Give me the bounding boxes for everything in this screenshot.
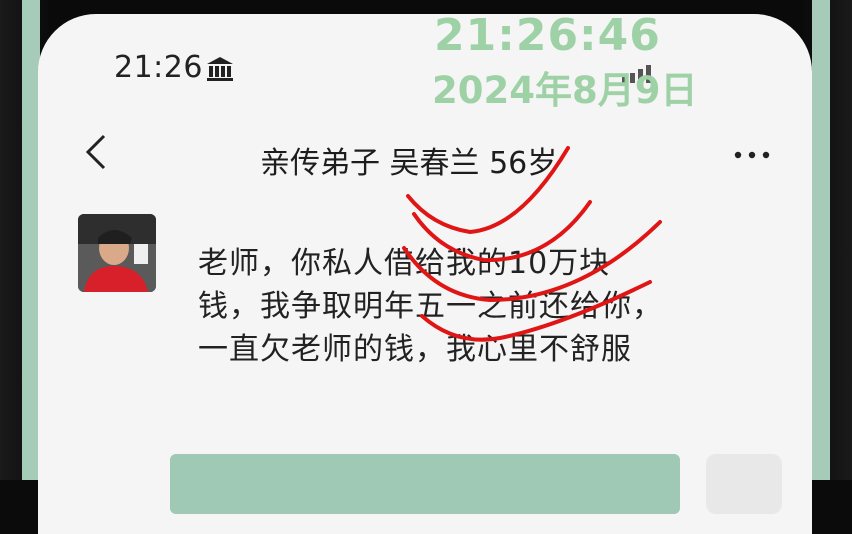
phone-case-edge-right — [812, 0, 830, 480]
bank-icon — [207, 57, 233, 81]
chevron-left-icon[interactable] — [84, 132, 108, 172]
avatar[interactable] — [78, 214, 156, 292]
timestamp-overlay-date: 2024年8月9日 — [432, 69, 698, 112]
status-bar-time: 21:26 — [114, 50, 203, 85]
more-dots-icon[interactable] — [732, 148, 772, 162]
message-input[interactable] — [170, 454, 680, 514]
timestamp-overlay-time: 21:26:46 — [434, 10, 661, 61]
voice-button[interactable] — [706, 454, 782, 514]
chat-message: 老师，你私人借给我的10万块钱，我争取明年五一之前还给你，一直欠老师的钱，我心里… — [198, 246, 663, 367]
chat-title: 亲传弟子 吴春兰 56岁 — [260, 146, 558, 181]
